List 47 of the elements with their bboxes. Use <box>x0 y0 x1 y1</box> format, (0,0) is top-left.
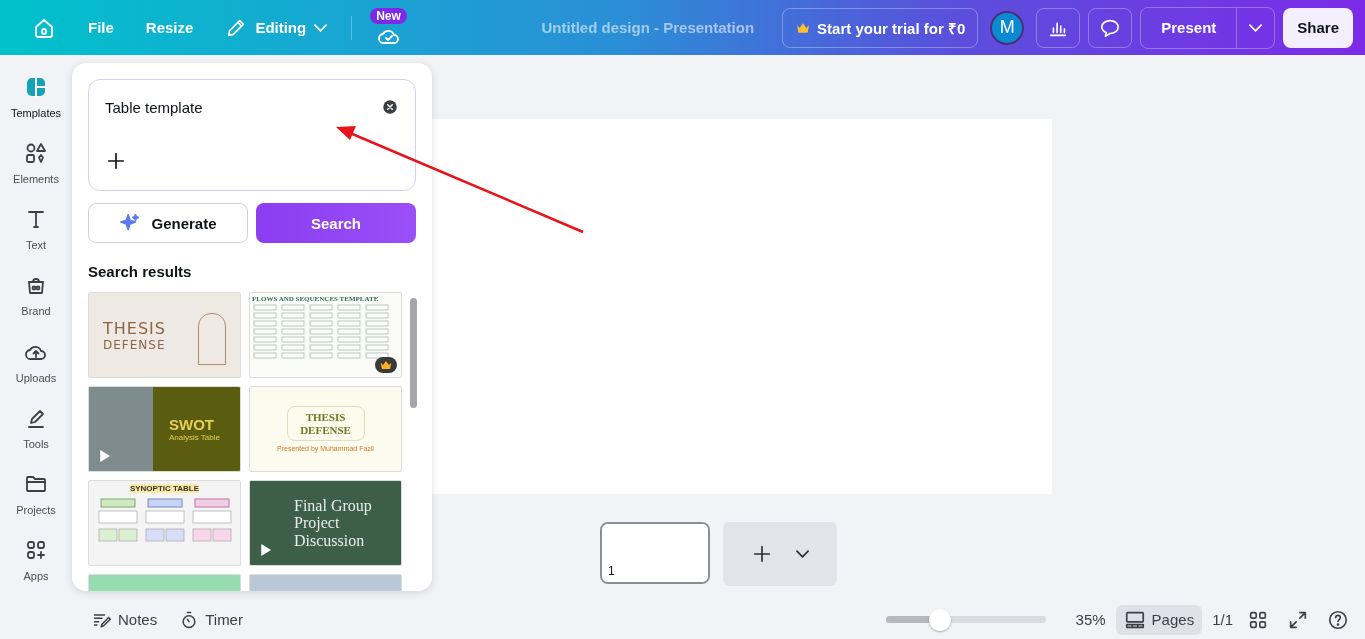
avatar[interactable]: M <box>990 10 1025 45</box>
chevron-down-icon <box>314 23 328 32</box>
sidebar-item[interactable]: Elements <box>0 137 72 204</box>
sidebar-item[interactable]: Templates <box>0 71 72 138</box>
template-title: Final Group Project Discussion <box>294 496 373 550</box>
page-thumbnail[interactable]: 1 <box>600 522 710 584</box>
template-title: THESIS DEFENSE <box>286 405 365 442</box>
page-number: 1 <box>608 564 615 578</box>
zoom-slider[interactable] <box>885 608 1046 631</box>
timer-button[interactable]: Timer <box>173 605 249 634</box>
help-icon <box>1327 608 1349 631</box>
sidebar-item[interactable]: Text <box>0 203 72 270</box>
search-button[interactable]: Search <box>256 203 416 243</box>
close-icon <box>381 98 399 116</box>
cloud-save-button[interactable]: New <box>364 5 413 50</box>
sidebar-item[interactable]: Projects <box>0 467 72 534</box>
sidebar-item[interactable]: Tools <box>0 401 72 468</box>
template-title: SYNOPTIC TABLE <box>129 484 200 493</box>
templates-icon <box>24 75 48 99</box>
template-subtitle: Analysis Table <box>169 433 221 442</box>
analytics-button[interactable] <box>1036 7 1081 48</box>
template-title: SWOT <box>169 416 215 433</box>
results-heading: Search results <box>88 263 193 280</box>
template-thumbnail[interactable]: SWOT Analysis Table <box>88 386 241 472</box>
trial-button[interactable]: Start your trial for ₹0 <box>782 7 979 48</box>
template-title: THESIS <box>103 318 167 338</box>
template-thumbnail[interactable]: SYNOPTIC TABLE <box>88 480 241 566</box>
page-count: 1/1 <box>1212 611 1233 628</box>
sidebar-item[interactable]: Apps <box>0 533 72 600</box>
new-badge: New <box>370 7 407 24</box>
template-subtitle: DEFENSE <box>103 337 167 352</box>
comment-button[interactable] <box>1088 7 1133 48</box>
template-thumbnail[interactable]: THESIS DEFENSE <box>88 292 241 378</box>
arch-drawing <box>198 313 226 365</box>
sidebar-item[interactable]: Uploads <box>0 335 72 402</box>
elements-icon <box>24 141 48 166</box>
template-thumbnail[interactable]: Final Group Project Discussion <box>249 480 402 566</box>
share-button[interactable]: Share <box>1283 7 1353 48</box>
clear-button[interactable] <box>381 98 399 116</box>
sidebar-item[interactable]: Brand <box>0 269 72 336</box>
notes-button[interactable]: Notes <box>86 605 164 634</box>
generate-button[interactable]: Generate <box>88 203 248 243</box>
chevron-down-icon <box>795 550 809 558</box>
chevron-down-icon <box>1249 23 1263 32</box>
plus-icon <box>105 150 127 172</box>
pages-button[interactable]: Pages <box>1115 604 1203 635</box>
zoom-reading: 35% <box>1075 611 1106 628</box>
